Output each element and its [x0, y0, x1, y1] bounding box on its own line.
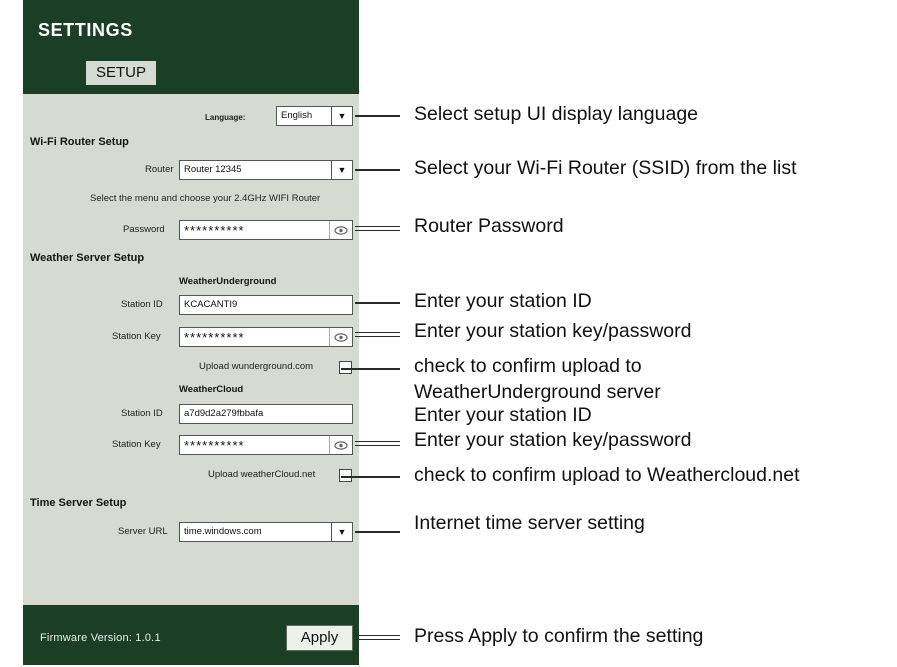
settings-header: SETTINGS SETUP: [23, 0, 359, 94]
wc-station-id-value: a7d9d2a279fbbafa: [184, 408, 264, 419]
wc-station-id-label: Station ID: [121, 408, 163, 419]
eye-icon[interactable]: [329, 328, 352, 346]
wu-title: WeatherUnderground: [179, 276, 277, 287]
annotation-wc-station-id: Enter your station ID: [414, 404, 592, 426]
server-url-select[interactable]: time.windows.com ▼: [179, 522, 353, 542]
router-hint: Select the menu and choose your 2.4GHz W…: [90, 193, 321, 204]
leader-line: [355, 226, 400, 231]
page-title: SETTINGS: [38, 20, 133, 40]
wu-upload-label: Upload wunderground.com: [199, 361, 314, 372]
annotation-apply: Press Apply to confirm the setting: [414, 625, 704, 647]
leader-line: [355, 332, 400, 337]
router-value: Router 12345: [184, 164, 242, 175]
leader-line: [355, 531, 400, 533]
annotation-wc-station-key: Enter your station key/password: [414, 429, 692, 451]
annotation-time-server: Internet time server setting: [414, 512, 645, 534]
weather-section-title: Weather Server Setup: [30, 252, 145, 264]
leader-line: [355, 441, 400, 446]
wu-station-key-label: Station Key: [112, 331, 161, 342]
password-field[interactable]: **********: [179, 220, 353, 240]
leader-line: [355, 302, 400, 304]
server-url-label: Server URL: [118, 526, 168, 537]
settings-panel: SETTINGS SETUP Language: English ▼ Wi-Fi…: [23, 0, 359, 665]
chevron-down-icon[interactable]: ▼: [331, 523, 352, 541]
leader-line: [341, 476, 400, 478]
wc-upload-label: Upload weatherCloud.net: [208, 469, 316, 480]
server-url-value: time.windows.com: [184, 526, 262, 537]
annotation-language: Select setup UI display language: [414, 103, 699, 125]
password-value: **********: [184, 223, 245, 238]
leader-line: [341, 368, 400, 370]
time-section-title: Time Server Setup: [30, 497, 127, 509]
language-label: Language:: [205, 113, 246, 122]
settings-footer: Firmware Version: 1.0.1 Apply: [23, 605, 359, 665]
chevron-down-icon[interactable]: ▼: [331, 107, 352, 125]
password-label: Password: [123, 224, 165, 235]
annotation-router: Select your Wi-Fi Router (SSID) from the…: [414, 157, 797, 179]
leader-line: [355, 635, 400, 640]
annotation-wu-upload-line1: check to confirm upload to: [414, 355, 642, 377]
wc-station-key-field[interactable]: **********: [179, 435, 353, 455]
leader-line: [355, 115, 400, 117]
wc-title: WeatherCloud: [179, 384, 244, 395]
language-select[interactable]: English ▼: [276, 106, 353, 126]
chevron-down-icon[interactable]: ▼: [331, 161, 352, 179]
leader-line: [355, 169, 400, 171]
apply-button[interactable]: Apply: [286, 625, 353, 651]
annotation-wu-station-key: Enter your station key/password: [414, 320, 692, 342]
eye-icon[interactable]: [329, 221, 352, 239]
annotation-wu-upload-line2: WeatherUnderground server: [414, 381, 661, 403]
wc-station-id-input[interactable]: a7d9d2a279fbbafa: [179, 404, 353, 424]
language-value: English: [281, 110, 313, 121]
eye-icon[interactable]: [329, 436, 352, 454]
wu-station-id-input[interactable]: KCACANTI9: [179, 295, 353, 315]
firmware-version: Firmware Version: 1.0.1: [40, 632, 161, 644]
wu-station-key-value: **********: [184, 330, 245, 345]
annotation-wu-station-id: Enter your station ID: [414, 290, 592, 312]
wc-station-key-value: **********: [184, 438, 245, 453]
wu-station-id-label: Station ID: [121, 299, 163, 310]
wu-station-id-value: KCACANTI9: [184, 299, 238, 310]
wifi-section-title: Wi-Fi Router Setup: [30, 136, 129, 148]
router-label: Router: [145, 164, 174, 175]
wc-station-key-label: Station Key: [112, 439, 161, 450]
annotation-wc-upload: check to confirm upload to Weathercloud.…: [414, 464, 800, 486]
router-select[interactable]: Router 12345 ▼: [179, 160, 353, 180]
wu-station-key-field[interactable]: **********: [179, 327, 353, 347]
annotation-password: Router Password: [414, 215, 564, 237]
tab-setup[interactable]: SETUP: [86, 61, 156, 85]
